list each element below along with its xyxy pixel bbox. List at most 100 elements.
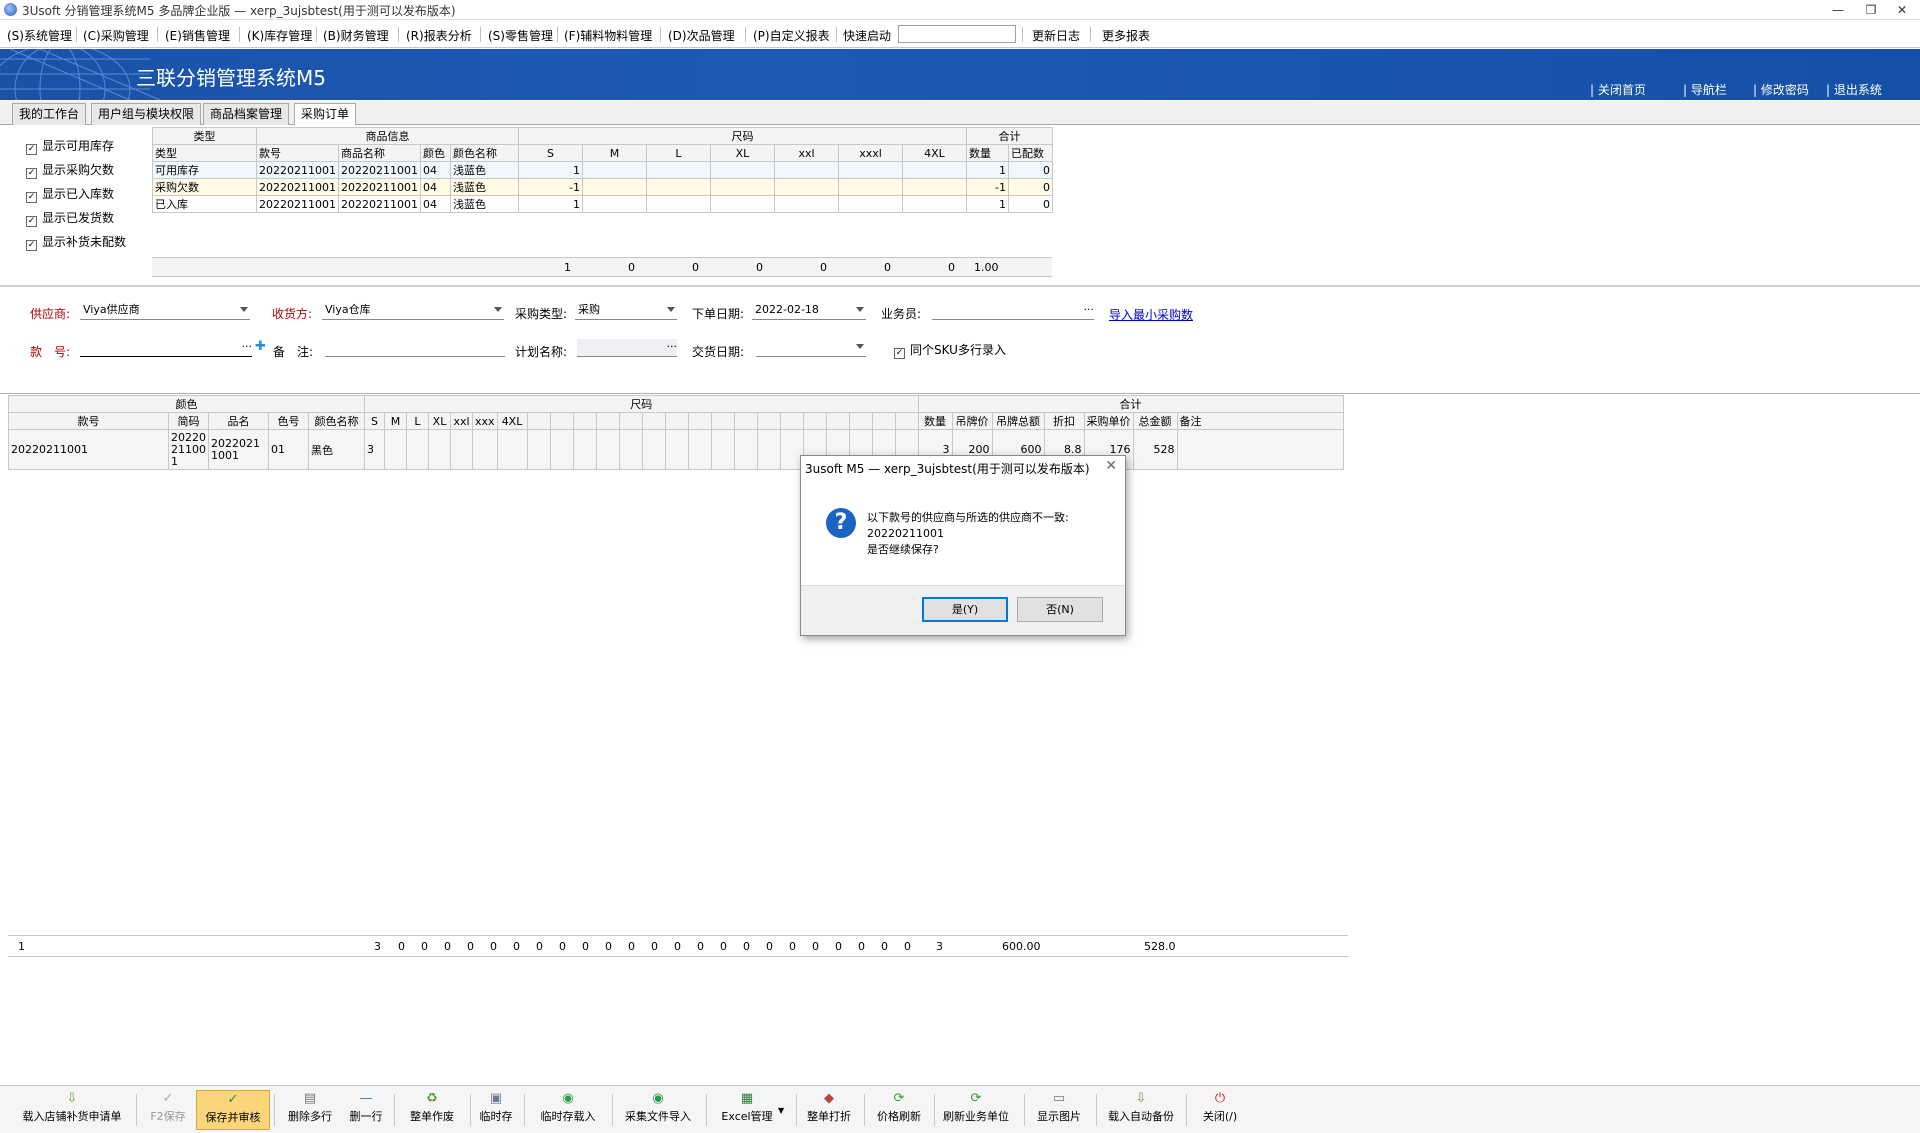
order-date-picker[interactable]: 2022-02-18 — [752, 302, 866, 320]
column-header[interactable]: XL — [709, 144, 775, 162]
menu-custom-reports[interactable]: (P)自定义报表 — [753, 27, 830, 44]
column-header[interactable]: L — [645, 144, 711, 162]
menu-system[interactable]: (S)系统管理 — [7, 27, 72, 44]
column-header[interactable]: 4XL — [496, 412, 528, 430]
cell[interactable] — [428, 429, 451, 470]
column-header[interactable]: 颜色名称 — [308, 412, 365, 430]
excel-manage-button[interactable]: ▦ Excel管理 — [712, 1090, 782, 1130]
order-discount-button[interactable]: ◆ 整单打折 — [800, 1090, 858, 1130]
cell[interactable] — [384, 429, 407, 470]
checkbox[interactable]: ✓ — [894, 348, 905, 359]
more-icon[interactable]: ··· — [242, 339, 253, 355]
column-header[interactable]: 吊牌价 — [951, 412, 993, 430]
menu-reports[interactable]: (R)报表分析 — [406, 27, 472, 44]
delete-row-button[interactable]: — 删一行 — [344, 1090, 388, 1130]
refresh-business-unit-button[interactable]: ⟳ 刷新业务单位 — [938, 1090, 1014, 1130]
column-header[interactable]: 数量 — [965, 144, 1009, 162]
receiver-dropdown[interactable]: Viya仓库 — [322, 302, 504, 320]
column-header[interactable]: 已配数 — [1007, 144, 1053, 162]
tab-user-permissions[interactable]: 用户组与模块权限 — [91, 103, 202, 125]
column-header[interactable]: xxl — [773, 144, 839, 162]
close-window-button[interactable]: ✕ — [1884, 1, 1920, 19]
import-min-purchase-link[interactable]: 导入最小采购数 — [1109, 306, 1193, 323]
yes-button[interactable]: 是(Y) — [922, 597, 1008, 622]
chevron-down-icon[interactable] — [856, 344, 864, 349]
option-purchase-owed[interactable]: ✓ 显示采购欠数 — [26, 161, 114, 179]
checkbox[interactable]: ✓ — [26, 240, 37, 251]
delete-rows-button[interactable]: ▤ 删除多行 — [280, 1090, 340, 1130]
column-header[interactable]: L — [406, 412, 429, 430]
column-header[interactable]: xxx — [472, 412, 498, 430]
void-order-button[interactable]: ♻ 整单作废 — [400, 1090, 464, 1130]
option-available-stock[interactable]: ✓ 显示可用库存 — [26, 137, 114, 155]
checkbox[interactable]: ✓ — [26, 192, 37, 203]
logout-link[interactable]: | 退出系统 — [1826, 81, 1882, 98]
table-row[interactable]: 可用库存 20220211001 20220211001 04 浅蓝色 1 1 … — [152, 161, 1053, 179]
menu-finance[interactable]: (B)财务管理 — [323, 27, 389, 44]
cell[interactable] — [496, 429, 528, 470]
checkbox[interactable]: ✓ — [26, 216, 37, 227]
change-password-link[interactable]: | 修改密码 — [1753, 81, 1809, 98]
import-file-button[interactable]: ◉ 采集文件导入 — [616, 1090, 700, 1130]
close-button[interactable]: ⏻ 关闭(/) — [1192, 1090, 1248, 1130]
plan-name-field[interactable]: ··· — [577, 339, 677, 357]
column-header[interactable]: 色号 — [268, 412, 309, 430]
column-header[interactable]: 吊牌总额 — [991, 412, 1045, 430]
column-header[interactable]: 采购单价 — [1083, 412, 1134, 430]
style-no-field[interactable]: ··· — [80, 339, 252, 357]
column-header[interactable]: xxl — [450, 412, 473, 430]
more-reports-link[interactable]: 更多报表 — [1102, 27, 1150, 44]
chevron-down-icon[interactable] — [240, 307, 248, 312]
refresh-price-button[interactable]: ⟳ 价格刷新 — [870, 1090, 928, 1130]
column-header[interactable]: 总金额 — [1132, 412, 1178, 430]
more-icon[interactable]: ··· — [667, 339, 678, 355]
remark-field[interactable] — [325, 339, 505, 357]
cell[interactable] — [406, 429, 429, 470]
add-icon[interactable]: ✚ — [255, 339, 266, 354]
changelog-link[interactable]: 更新日志 — [1032, 27, 1080, 44]
temp-save-button[interactable]: ▣ 临时存 — [474, 1090, 518, 1130]
salesman-field[interactable]: ··· — [932, 302, 1094, 320]
supplier-dropdown[interactable]: Viya供应商 — [80, 302, 250, 320]
tab-workbench[interactable]: 我的工作台 — [12, 103, 87, 125]
column-header[interactable]: 款号 — [256, 144, 339, 162]
quick-start-input[interactable] — [898, 25, 1016, 43]
load-replenish-request-button[interactable]: ⇩ 载入店铺补货申请单 — [14, 1090, 130, 1130]
column-header[interactable]: 4XL — [901, 144, 967, 162]
chevron-down-icon[interactable] — [856, 307, 864, 312]
no-button[interactable]: 否(N) — [1017, 597, 1103, 622]
navigation-link[interactable]: | 导航栏 — [1683, 81, 1727, 98]
menu-retail[interactable]: (S)零售管理 — [488, 27, 553, 44]
more-icon[interactable]: ··· — [1084, 302, 1095, 318]
menu-defective[interactable]: (D)次品管理 — [668, 27, 735, 44]
minimize-button[interactable]: — — [1820, 1, 1856, 19]
column-header[interactable]: M — [384, 412, 407, 430]
column-header[interactable]: 数量 — [917, 412, 953, 430]
load-auto-backup-button[interactable]: ⇩ 载入自动备份 — [1102, 1090, 1180, 1130]
menu-purchase[interactable]: (C)采购管理 — [83, 27, 149, 44]
save-and-approve-button[interactable]: ✓ 保存并审核 — [196, 1090, 270, 1130]
checkbox[interactable]: ✓ — [26, 144, 37, 155]
column-header[interactable]: 品名 — [208, 412, 269, 430]
column-header[interactable]: M — [581, 144, 647, 162]
column-header[interactable]: 折扣 — [1043, 412, 1085, 430]
column-header[interactable]: S — [364, 412, 385, 430]
option-received[interactable]: ✓ 显示已入库数 — [26, 185, 114, 203]
show-image-button[interactable]: ▭ 显示图片 — [1030, 1090, 1088, 1130]
checkbox[interactable]: ✓ — [26, 168, 37, 179]
column-header[interactable]: 类型 — [152, 144, 257, 162]
close-home-link[interactable]: | 关闭首页 — [1590, 81, 1646, 98]
column-header[interactable]: 商品名称 — [337, 144, 421, 162]
column-header[interactable]: S — [517, 144, 583, 162]
menu-inventory[interactable]: (K)库存管理 — [247, 27, 312, 44]
cell[interactable] — [1176, 429, 1344, 470]
column-header[interactable]: 颜色 — [419, 144, 451, 162]
table-row[interactable]: 已入库 20220211001 20220211001 04 浅蓝色 1 1 0 — [152, 195, 1053, 213]
purchase-type-dropdown[interactable]: 采购 — [575, 302, 677, 320]
option-shipped[interactable]: ✓ 显示已发货数 — [26, 209, 114, 227]
cell[interactable] — [472, 429, 498, 470]
column-header[interactable]: 备注 — [1176, 412, 1344, 430]
cell[interactable] — [450, 429, 473, 470]
tab-purchase-order[interactable]: 采购订单 — [294, 103, 357, 126]
column-header[interactable]: 款号 — [8, 412, 169, 430]
